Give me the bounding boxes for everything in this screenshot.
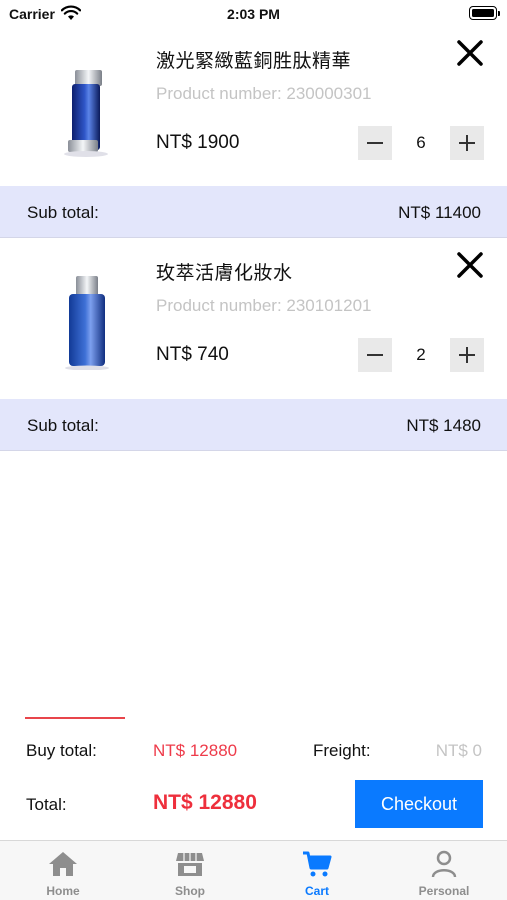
tab-label: Cart [304,884,329,898]
tab-personal[interactable]: Personal [381,841,507,900]
product-price: NT$ 1900 [156,132,240,153]
subtotal-label: Sub total: [27,416,99,435]
tab-label: Personal [418,884,470,898]
summary-divider [25,717,125,719]
subtotal-value: NT$ 1480 [406,416,481,435]
quantity-stepper: 6 [358,126,484,160]
minus-icon [367,354,383,356]
status-time: 2:03 PM [227,6,280,22]
tab-shop[interactable]: Shop [127,841,253,900]
home-icon [49,852,77,876]
buy-total-value: NT$ 12880 [153,741,238,760]
product-price: NT$ 740 [156,344,229,365]
cart-item: 激光緊緻藍銅胜肽精華 Product number: 230000301 NT$… [0,28,507,188]
plus-icon [459,135,475,151]
decrease-quantity-button[interactable] [358,126,392,160]
increase-quantity-button[interactable] [450,338,484,372]
freight-value: NT$ 0 [435,741,482,760]
product-image [65,276,109,370]
quantity-value: 2 [416,345,426,364]
subtotal-label: Sub total: [27,203,99,222]
decrease-quantity-button[interactable] [358,338,392,372]
plus-icon [459,347,475,363]
tab-home[interactable]: Home [0,841,126,900]
minus-icon [367,142,383,144]
product-number: Product number: 230000301 [156,84,372,103]
quantity-value: 6 [416,133,426,152]
battery-icon [469,6,500,20]
tab-label: Home [46,884,80,898]
product-name: 玫萃活膚化妝水 [156,262,293,284]
increase-quantity-button[interactable] [450,126,484,160]
cart-icon [303,851,332,877]
subtotal-value: NT$ 11400 [398,203,481,222]
cart-item: 玫萃活膚化妝水 Product number: 230101201 NT$ 74… [0,240,507,400]
subtotal-bar: Sub total: NT$ 1480 [0,399,507,451]
tab-label: Shop [175,884,205,898]
tab-bar: Home Shop Cart Personal [0,840,507,900]
product-name: 激光緊緻藍銅胜肽精華 [156,50,352,72]
tab-cart[interactable]: Cart [254,841,380,900]
freight-label: Freight: [313,741,371,760]
shop-icon [176,853,204,876]
person-icon [431,850,457,878]
quantity-stepper: 2 [358,338,484,372]
checkout-button[interactable]: Checkout [355,780,483,828]
product-image [64,70,108,157]
product-number: Product number: 230101201 [156,296,372,315]
subtotal-bar: Sub total: NT$ 11400 [0,186,507,238]
remove-item-close-icon[interactable] [453,36,487,70]
total-label: Total: [26,795,67,814]
total-value: NT$ 12880 [153,791,257,814]
status-bar: Carrier 2:03 PM [0,0,507,28]
buy-total-label: Buy total: [26,741,97,760]
remove-item-close-icon[interactable] [453,248,487,282]
